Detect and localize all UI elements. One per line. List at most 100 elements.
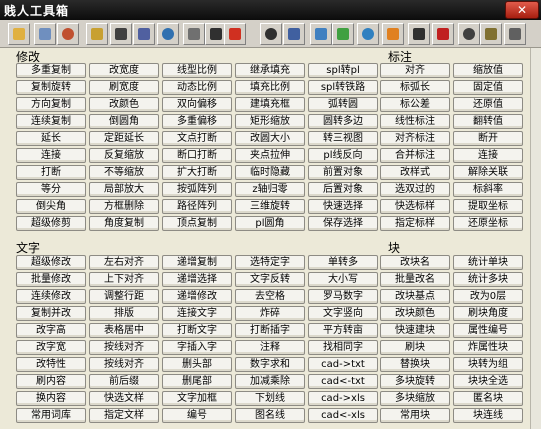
modify-button[interactable]: 连接 [16, 148, 86, 163]
text-button[interactable]: 改字宽 [16, 340, 86, 355]
text-button[interactable]: 按线对齐 [89, 357, 159, 372]
modify-button[interactable]: 延长 [16, 131, 86, 146]
modify-button[interactable]: 不等缩放 [89, 165, 159, 180]
modify-button[interactable]: 三维旋转 [235, 199, 305, 214]
block-button[interactable]: 常用块 [380, 408, 450, 423]
text-button[interactable]: cad->xls [308, 391, 378, 406]
modify-button[interactable]: 弧转圆 [308, 97, 378, 112]
text-button[interactable]: 炸碎 [235, 306, 305, 321]
lock-tool-button[interactable] [86, 23, 108, 45]
dimension-button[interactable]: 改样式 [380, 165, 450, 180]
table-tool-button[interactable] [34, 23, 56, 45]
block-button[interactable]: 块连线 [453, 408, 523, 423]
text-window-tool-button[interactable] [133, 23, 155, 45]
modify-button[interactable]: 等分 [16, 182, 86, 197]
dimension-button[interactable]: 提取坐标 [453, 199, 523, 214]
orange-box-tool-button[interactable] [382, 23, 404, 45]
modify-button[interactable]: 打断 [16, 165, 86, 180]
text-button[interactable]: cad->txt [308, 357, 378, 372]
block-button[interactable]: 替换块 [380, 357, 450, 372]
block-button[interactable]: 快速建块 [380, 323, 450, 338]
block-button[interactable]: 统计单块 [453, 255, 523, 270]
magnet-tool-button[interactable] [432, 23, 454, 45]
modify-button[interactable]: 转三视图 [308, 131, 378, 146]
modify-button[interactable]: 局部放大 [89, 182, 159, 197]
dimension-button[interactable]: 快选标样 [380, 199, 450, 214]
modify-button[interactable]: pl线反向 [308, 148, 378, 163]
dimension-button[interactable]: 对齐 [380, 63, 450, 78]
dimension-button[interactable]: 翻转值 [453, 114, 523, 129]
block-button[interactable]: 改块基点 [380, 289, 450, 304]
print-tool-button[interactable] [110, 23, 132, 45]
layer-tool-button[interactable] [183, 23, 205, 45]
dimension-button[interactable]: 指定标样 [380, 216, 450, 231]
modify-button[interactable]: 复制旋转 [16, 80, 86, 95]
modify-button[interactable]: 刷宽度 [89, 80, 159, 95]
modify-button[interactable]: z轴归零 [235, 182, 305, 197]
text-button[interactable]: 平方转亩 [308, 323, 378, 338]
modify-button[interactable]: 扩大打断 [162, 165, 232, 180]
gear-tool-button[interactable] [480, 23, 502, 45]
arrow-left-2-tool-button[interactable] [260, 23, 282, 45]
modify-button[interactable]: 定距延长 [89, 131, 159, 146]
block-button[interactable]: 炸属性块 [453, 340, 523, 355]
block-button[interactable]: 改块名 [380, 255, 450, 270]
color-bar-tool-button[interactable] [224, 23, 246, 45]
modify-button[interactable]: 顶点复制 [162, 216, 232, 231]
text-button[interactable]: 按线对齐 [89, 340, 159, 355]
modify-button[interactable]: 夹点拉伸 [235, 148, 305, 163]
block-button[interactable]: 块块全选 [453, 374, 523, 389]
text-button[interactable]: 超级修改 [16, 255, 86, 270]
modify-button[interactable]: 倒尖角 [16, 199, 86, 214]
block-button[interactable]: 属性编号 [453, 323, 523, 338]
text-button[interactable]: 常用词库 [16, 408, 86, 423]
modify-button[interactable]: 线型比例 [162, 63, 232, 78]
modify-button[interactable]: 方向复制 [16, 97, 86, 112]
text-button[interactable]: 大小写 [308, 272, 378, 287]
text-button[interactable]: 调整行距 [89, 289, 159, 304]
block-button[interactable]: 改为0层 [453, 289, 523, 304]
block-button[interactable]: 多块旋转 [380, 374, 450, 389]
block-button[interactable]: 刷块角度 [453, 306, 523, 321]
text-button[interactable]: 递增复制 [162, 255, 232, 270]
text-button[interactable]: 复制并改 [16, 306, 86, 321]
modify-button[interactable]: 倒圆角 [89, 114, 159, 129]
text-button[interactable]: 注释 [235, 340, 305, 355]
disk-tool-button[interactable] [504, 23, 526, 45]
text-button[interactable]: 快选文样 [89, 391, 159, 406]
move-tool-button[interactable] [283, 23, 305, 45]
text-button[interactable]: 刷内容 [16, 374, 86, 389]
palette-tool-button[interactable] [332, 23, 354, 45]
text-button[interactable]: 递增修改 [162, 289, 232, 304]
dimension-button[interactable]: 线性标注 [380, 114, 450, 129]
dimension-button[interactable]: 标斜率 [453, 182, 523, 197]
modify-button[interactable]: pl圆角 [235, 216, 305, 231]
text-button[interactable]: 数字求和 [235, 357, 305, 372]
text-button[interactable]: 单转多 [308, 255, 378, 270]
modify-button[interactable]: 改颜色 [89, 97, 159, 112]
text-button[interactable]: 图名线 [235, 408, 305, 423]
modify-button[interactable]: spl转pl [308, 63, 378, 78]
modify-button[interactable]: 反复缩放 [89, 148, 159, 163]
zoom-tool-button[interactable] [157, 23, 179, 45]
vertical-scrollbar[interactable] [530, 48, 541, 429]
dimension-button[interactable]: 选双过的 [380, 182, 450, 197]
arrow-left-3-tool-button[interactable] [408, 23, 430, 45]
text-button[interactable]: 删头部 [162, 357, 232, 372]
text-button[interactable]: 加减乘除 [235, 374, 305, 389]
dimension-button[interactable]: 标弧长 [380, 80, 450, 95]
modify-button[interactable]: 改宽度 [89, 63, 159, 78]
text-button[interactable]: 选特定字 [235, 255, 305, 270]
modify-button[interactable]: 建填充框 [235, 97, 305, 112]
block-button[interactable]: 多块缩放 [380, 391, 450, 406]
text-button[interactable]: 删尾部 [162, 374, 232, 389]
text-button[interactable]: 下划线 [235, 391, 305, 406]
home-tool-button[interactable] [57, 23, 79, 45]
text-button[interactable]: 字插入字 [162, 340, 232, 355]
text-button[interactable]: 排版 [89, 306, 159, 321]
block-button[interactable]: 统计多块 [453, 272, 523, 287]
modify-button[interactable]: 临时隐藏 [235, 165, 305, 180]
dimension-button[interactable]: 合并标注 [380, 148, 450, 163]
dimension-button[interactable]: 固定值 [453, 80, 523, 95]
text-button[interactable]: 文字加框 [162, 391, 232, 406]
